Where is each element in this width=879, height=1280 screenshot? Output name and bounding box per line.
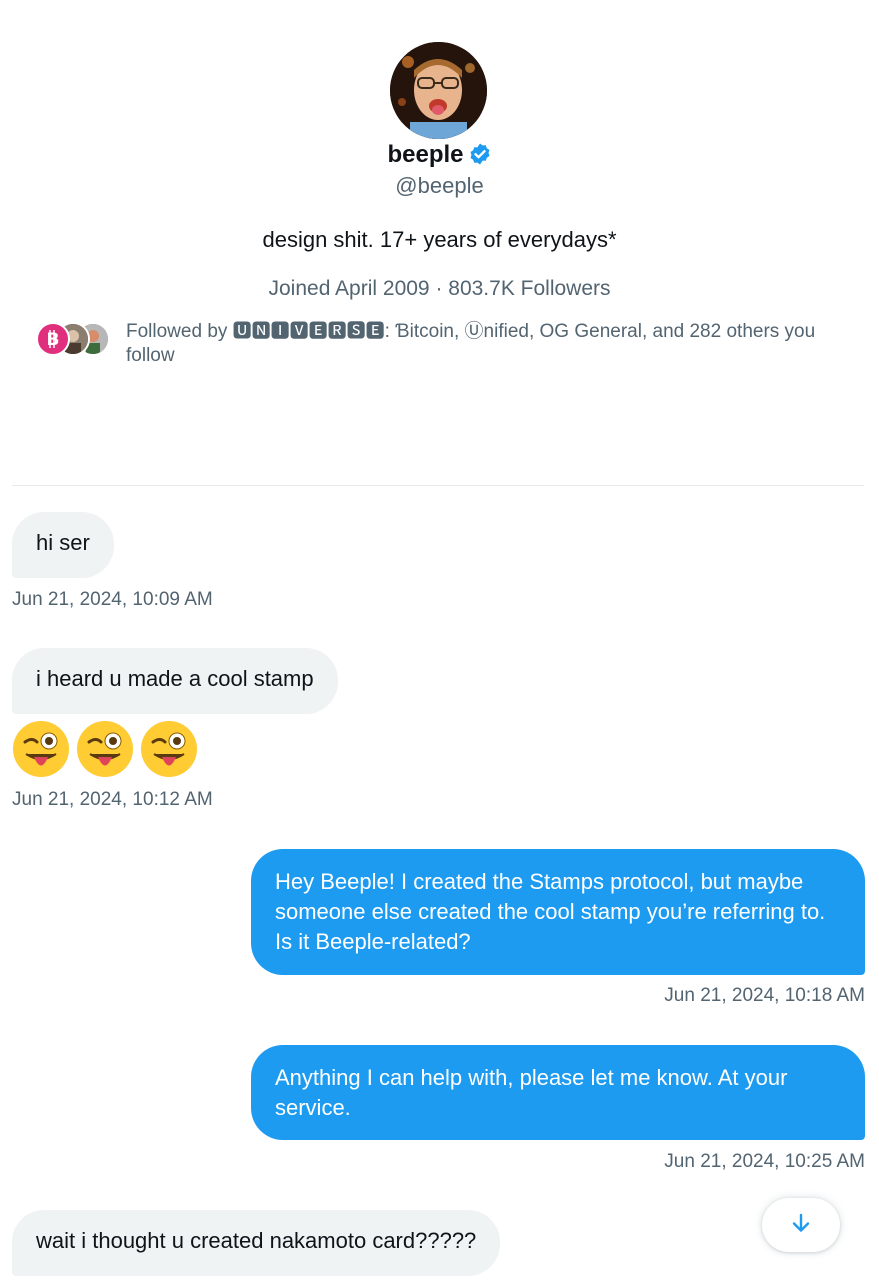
profile-meta: Joined April 2009 · 803.7K Followers [268,277,611,300]
message-bubble-outgoing[interactable]: Anything I can help with, please let me … [251,1045,865,1140]
bitcoin-avatar: B [36,322,70,356]
followed-by-text: Followed by 🆄🅽🅸🆅🅴🆁🆂🅴: Ɓitcoin, Ⓤnified, … [126,321,816,366]
divider [12,485,864,486]
profile-name[interactable]: beeple [387,141,463,168]
winking-face-with-tongue-icon [12,720,70,778]
verified-badge-icon [468,142,492,166]
arrow-down-icon [789,1211,813,1240]
message-bubble-incoming[interactable]: wait i thought u created nakamoto card??… [12,1210,501,1276]
message-timestamp: Jun 21, 2024, 10:18 AM [664,985,865,1006]
message-bubble-incoming[interactable]: i heard u made a cool stamp [12,648,338,714]
winking-face-with-tongue-icon [76,720,134,778]
message-timestamp: Jun 21, 2024, 10:12 AM [12,789,213,810]
emoji-message[interactable] [12,720,204,782]
profile-avatar[interactable] [390,42,487,139]
profile-bio: design shit. 17+ years of everydays* [262,227,617,252]
followed-by[interactable]: B Followed by 🆄🅽🅸🆅🅴🆁🆂🅴: Ɓitcoin, Ⓤnified… [36,320,846,380]
profile-name-row: beeple [0,140,879,170]
message-bubble-outgoing[interactable]: Hey Beeple! I created the Stamps protoco… [251,849,865,975]
winking-face-with-tongue-icon [140,720,198,778]
svg-text:B: B [47,330,60,350]
profile-handle: @beeple [395,173,484,198]
message-timestamp: Jun 21, 2024, 10:25 AM [664,1151,865,1172]
message-timestamp: Jun 21, 2024, 10:09 AM [12,589,213,610]
followed-by-avatars: B [36,322,110,358]
message-bubble-incoming[interactable]: hi ser [12,512,114,578]
scroll-to-bottom-button[interactable] [762,1198,840,1252]
